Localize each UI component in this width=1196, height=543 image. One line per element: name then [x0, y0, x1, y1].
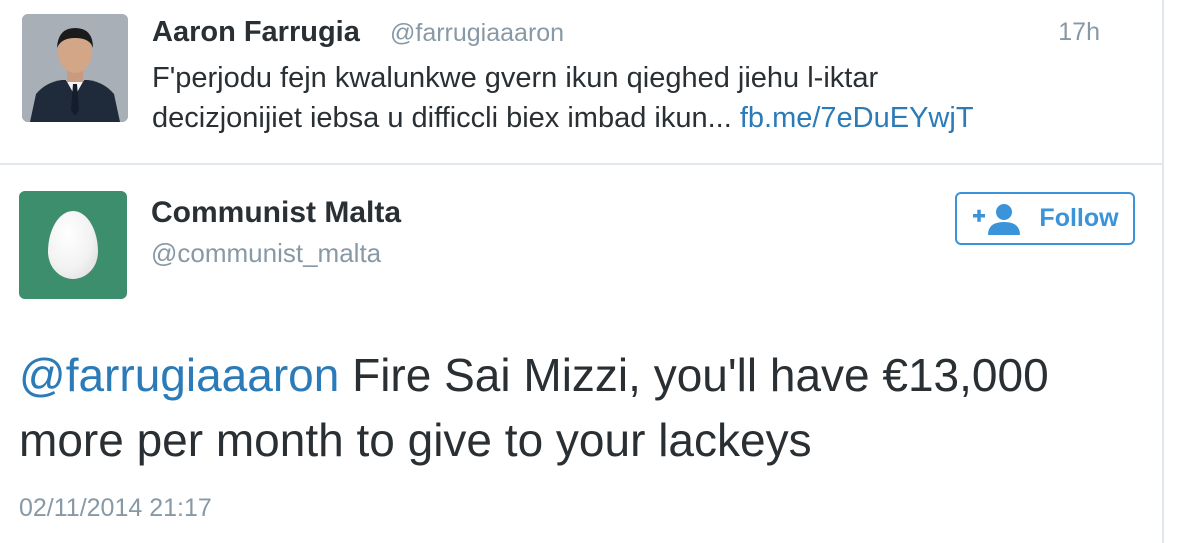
tweet-text: F'perjodu fejn kwalunkwe gvern ikun qieg…: [152, 58, 1152, 138]
reply-context-tweet[interactable]: Aaron Farrugia @farrugiaaaron 17h F'perj…: [0, 0, 1162, 164]
tweet-text-line2: decizjonijiet iebsa u difficcli biex imb…: [152, 102, 740, 134]
author-handle[interactable]: @farrugiaaaron: [390, 19, 564, 48]
author-handle[interactable]: @communist_malta: [151, 238, 381, 269]
mention-link[interactable]: @farrugiaaaron: [19, 349, 339, 401]
tweet-time[interactable]: 17h: [1058, 18, 1100, 47]
follow-button-label: Follow: [1039, 204, 1119, 232]
tweet-text: @farrugiaaaron Fire Sai Mizzi, you'll ha…: [19, 343, 1159, 473]
tweet-text-line1: F'perjodu fejn kwalunkwe gvern ikun qieg…: [152, 62, 879, 94]
author-avatar[interactable]: [19, 191, 127, 299]
timeline-gutter: [1164, 0, 1196, 543]
follow-button[interactable]: Follow: [955, 192, 1135, 245]
tweet-timestamp[interactable]: 02/11/2014 21:17: [19, 494, 212, 523]
add-user-icon: [973, 203, 1021, 235]
author-name[interactable]: Aaron Farrugia: [152, 16, 360, 49]
author-avatar[interactable]: [22, 14, 128, 122]
profile-photo-icon: [22, 14, 128, 122]
tweet-divider: [0, 163, 1162, 165]
tweet-link[interactable]: fb.me/7eDuEYwjT: [740, 102, 974, 134]
author-name[interactable]: Communist Malta: [151, 196, 401, 230]
default-egg-icon: [48, 211, 98, 279]
